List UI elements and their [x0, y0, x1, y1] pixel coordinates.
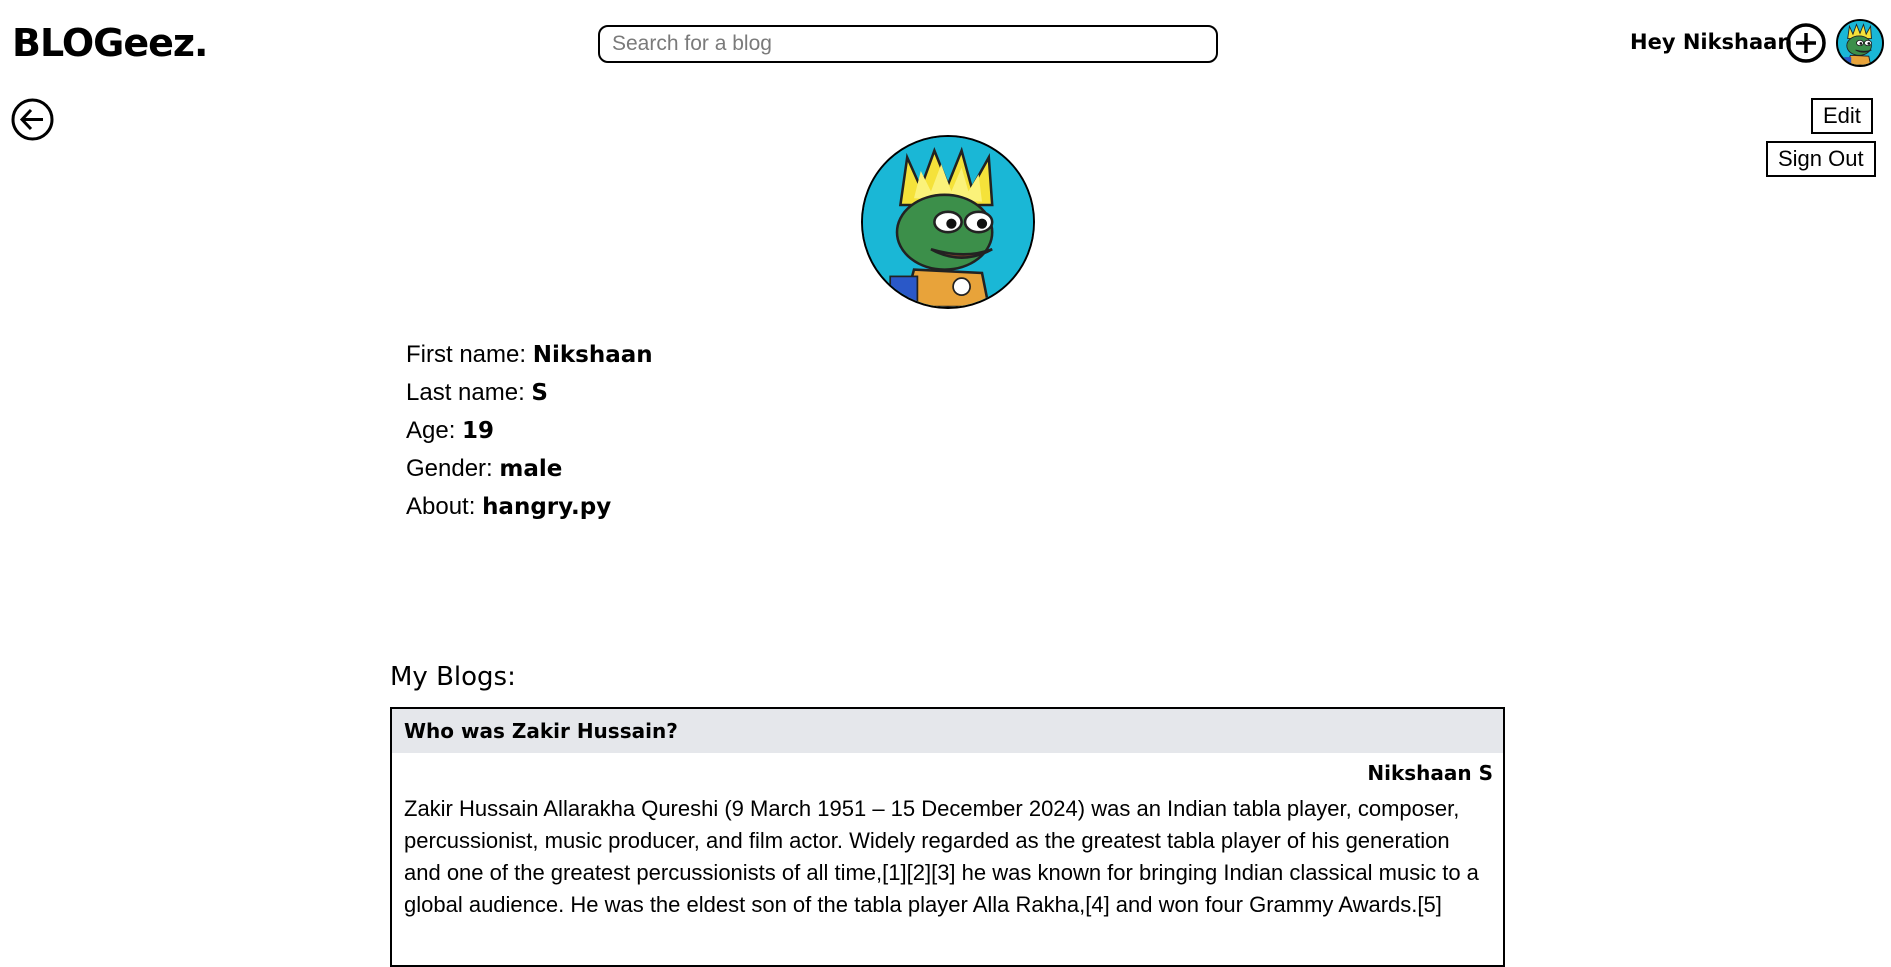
plus-circle-icon[interactable]: [1785, 22, 1827, 64]
profile-field-about: About: hangry.py: [406, 493, 612, 520]
blog-title[interactable]: Who was Zakir Hussain?: [392, 709, 1503, 753]
profile-avatar: [861, 135, 1035, 309]
site-logo[interactable]: BLOGeez.: [12, 16, 208, 70]
arrow-left-circle-icon[interactable]: [10, 97, 55, 142]
frog-avatar-icon: [1838, 21, 1882, 65]
header-avatar[interactable]: [1836, 19, 1884, 67]
profile-field-first-name: First name: Nikshaan: [406, 341, 653, 368]
profile-field-last-name: Last name: S: [406, 379, 548, 406]
profile-field-gender: Gender: male: [406, 455, 563, 482]
edit-button[interactable]: Edit: [1811, 98, 1873, 134]
user-greeting: Hey Nikshaan: [1630, 30, 1793, 54]
blog-author: Nikshaan S: [1367, 761, 1493, 785]
profile-field-age: Age: 19: [406, 417, 495, 444]
blog-card[interactable]: Who was Zakir Hussain? Nikshaan S Zakir …: [390, 707, 1505, 967]
profile-info: First name: Nikshaan Last name: S Age: 1…: [406, 336, 653, 526]
blog-body: Zakir Hussain Allarakha Qureshi (9 March…: [404, 796, 1479, 917]
frog-avatar-icon: [863, 137, 1033, 307]
sign-out-button[interactable]: Sign Out: [1766, 141, 1876, 177]
search-input[interactable]: [598, 25, 1218, 63]
my-blogs-heading: My Blogs:: [390, 662, 516, 692]
